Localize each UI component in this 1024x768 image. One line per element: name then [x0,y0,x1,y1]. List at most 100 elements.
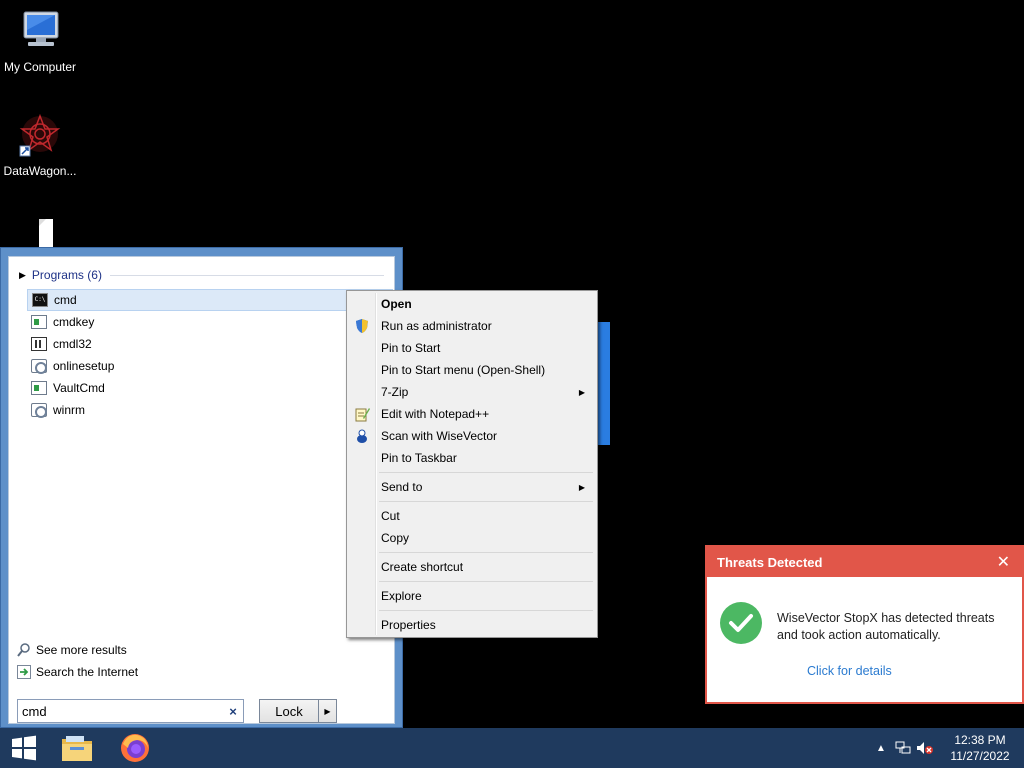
menu-item-open[interactable]: Open [349,293,595,315]
programs-header-label: Programs (6) [31,268,102,282]
window-icon [31,381,47,395]
menu-separator [379,607,595,614]
checkmark-icon [720,602,762,644]
menu-separator [379,469,595,476]
lock-button[interactable]: Lock ▶ [259,699,337,723]
computer-icon [23,11,59,46]
notepad-icon [354,406,370,422]
lock-label: Lock [275,703,303,719]
menu-label: Properties [381,618,436,632]
menu-item-cut[interactable]: Cut [349,505,595,527]
clock-date: 11/27/2022 [950,749,1010,763]
clock-time: 12:38 PM [954,733,1006,747]
network-icon[interactable] [892,728,914,768]
search-input[interactable] [22,703,223,719]
menu-label: Scan with WiseVector [381,429,498,443]
menu-item-send-to[interactable]: Send to ▶ [349,476,595,498]
menu-label: Pin to Taskbar [381,451,457,465]
window-icon [31,315,47,329]
menu-item-properties[interactable]: Properties [349,614,595,636]
menu-separator [379,549,595,556]
expand-triangle-icon: ▶ [19,269,26,280]
taskbar-file-explorer[interactable] [48,728,106,768]
menu-label: Run as administrator [381,319,492,333]
clock[interactable]: 12:38 PM 11/27/2022 [936,732,1024,764]
arrow-right-icon [17,665,31,679]
program-label: winrm [53,403,85,417]
notification-title: Threats Detected [717,554,823,570]
system-tray: ▲ 12:38 PM 11/27/2022 [870,728,1024,768]
close-icon[interactable]: ✕ [997,552,1010,572]
start-search-box[interactable]: × [17,699,244,723]
submenu-arrow-icon: ▶ [578,387,585,397]
search-internet-link[interactable]: Search the Internet [17,665,138,679]
console-icon: C:\ [32,293,48,307]
show-hidden-icons-chevron-icon[interactable]: ▲ [870,728,892,768]
program-results-list: C:\ cmd cmdkey cmdl32 onlinesetup VaultC… [27,289,393,421]
menu-label: Explore [381,589,422,603]
background-window-edge [598,322,610,445]
program-item-cmdl32[interactable]: cmdl32 [27,333,393,355]
desktop-icon-label: My Computer [3,60,77,74]
menu-label: 7-Zip [381,385,409,399]
desktop-icon-datawagon[interactable]: DataWagon... [0,112,80,178]
threats-notification[interactable]: Threats Detected ✕ WiseVector StopX has … [705,545,1024,704]
folder-icon [62,736,92,761]
menu-label: Edit with Notepad++ [381,407,490,421]
menu-label: Copy [381,531,410,545]
menu-label: Cut [381,509,400,523]
menu-item-pin-to-start[interactable]: Pin to Start [349,337,595,359]
wisevector-icon [354,428,370,444]
programs-header[interactable]: ▶ Programs (6) [19,267,384,283]
context-menu: Open Run as administrator Pin to Start P… [346,290,598,638]
gear-icon [31,403,47,418]
search-internet-label: Search the Internet [36,665,139,679]
menu-item-scan-with-wisevector[interactable]: Scan with WiseVector [349,425,595,447]
desktop-icon-file[interactable] [0,216,80,250]
menu-label: Open [381,297,412,311]
menu-label: Pin to Start [381,341,441,355]
start-button[interactable] [0,728,48,768]
program-item-cmdkey[interactable]: cmdkey [27,311,393,333]
click-for-details-link[interactable]: Click for details [807,664,892,678]
menu-item-7zip[interactable]: 7-Zip ▶ [349,381,595,403]
file-icon [39,219,53,250]
menu-label: Pin to Start menu (Open-Shell) [381,363,546,377]
power-options-arrow-icon[interactable]: ▶ [318,700,336,722]
magnifier-icon [17,643,31,657]
gear-icon [31,359,47,374]
menu-item-pin-to-taskbar[interactable]: Pin to Taskbar [349,447,595,469]
notification-header: Threats Detected ✕ [707,547,1022,577]
cmdl-icon [31,337,47,351]
menu-item-run-as-administrator[interactable]: Run as administrator [349,315,595,337]
firefox-icon [121,734,149,762]
desktop-icon-label: DataWagon... [3,164,77,178]
menu-item-create-shortcut[interactable]: Create shortcut [349,556,595,578]
menu-separator [379,578,595,585]
program-label: cmdl32 [53,337,92,351]
datawagon-logo-icon [19,113,61,157]
see-more-label: See more results [36,643,127,657]
program-item-cmd[interactable]: C:\ cmd [27,289,393,311]
program-item-onlinesetup[interactable]: onlinesetup [27,355,393,377]
menu-item-explore[interactable]: Explore [349,585,595,607]
program-label: onlinesetup [53,359,115,373]
menu-item-edit-with-notepadpp[interactable]: Edit with Notepad++ [349,403,595,425]
menu-separator [379,498,595,505]
program-label: cmdkey [53,315,95,329]
header-divider [109,274,384,276]
clear-search-icon[interactable]: × [223,704,243,719]
program-item-winrm[interactable]: winrm [27,399,393,421]
menu-item-copy[interactable]: Copy [349,527,595,549]
menu-label: Create shortcut [381,560,464,574]
program-label: cmd [54,293,77,307]
program-item-vaultcmd[interactable]: VaultCmd [27,377,393,399]
menu-item-pin-to-start-menu-open-shell[interactable]: Pin to Start menu (Open-Shell) [349,359,595,381]
desktop-icon-my-computer[interactable]: My Computer [0,8,80,74]
start-menu-panel: ▶ Programs (6) C:\ cmd cmdkey cmdl32 onl… [8,256,395,724]
shield-icon [354,318,370,334]
volume-muted-icon[interactable] [914,728,936,768]
taskbar-firefox[interactable] [106,728,164,768]
see-more-results-link[interactable]: See more results [17,643,127,657]
notification-message: WiseVector StopX has detected threats an… [777,611,995,642]
